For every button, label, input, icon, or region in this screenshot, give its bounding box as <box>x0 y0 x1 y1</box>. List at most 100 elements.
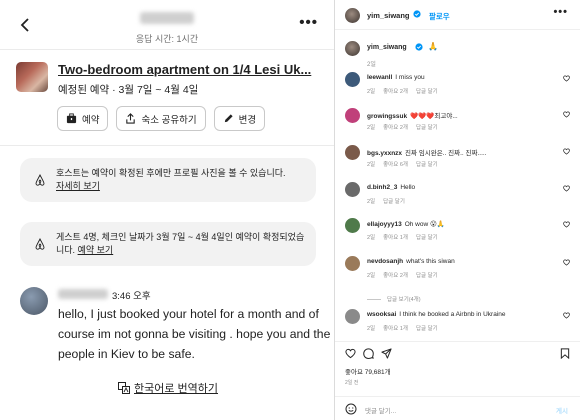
comment-item: leewanll I miss you 2일 좋아요 2개 답글 달기 <box>345 72 570 106</box>
comment-text: growingssuk ❤️❤️❤️최고야... <box>367 110 458 120</box>
comment-username[interactable]: nevdosanjh <box>367 258 403 265</box>
comment-body: Oh wow 😮🙏 <box>404 221 445 228</box>
post-caption: yim_siwang 🙏 2일 <box>345 38 570 68</box>
comment-age: 2일 <box>367 326 376 332</box>
avatar[interactable] <box>345 72 360 87</box>
comment-text: bgs.yxxnzx 진짜 임시완은.. 진짜.. 진짜..... <box>367 147 487 157</box>
comment-reply[interactable]: 답글 달기 <box>416 89 438 95</box>
avatar[interactable] <box>345 218 360 233</box>
comment-likes[interactable]: 좋아요 1개 <box>383 235 408 241</box>
translate-icon <box>118 382 130 394</box>
comment-reply[interactable]: 답글 달기 <box>416 125 438 131</box>
verified-badge-icon <box>413 10 421 18</box>
comment-item: d.binh2_3 Hello 2일 답글 달기 <box>345 182 570 216</box>
comment-body: ❤️❤️❤️최고야... <box>410 113 458 120</box>
avatar[interactable] <box>345 182 360 197</box>
pencil-icon <box>224 114 233 123</box>
comment-username[interactable]: growingssuk <box>367 113 407 120</box>
comment-likes[interactable]: 좋아요 2개 <box>383 273 408 279</box>
profile-photo-notice-text: 호스트는 예약이 확정된 후에만 프로필 사진을 볼 수 있습니다. <box>56 168 286 178</box>
emoji-icon[interactable] <box>345 403 357 415</box>
heart-icon[interactable] <box>345 348 356 359</box>
avatar[interactable] <box>345 108 360 123</box>
comment-text: nevdosanjh what's this siwan <box>367 258 455 265</box>
add-comment-bar: 댓글 달기... 게시 <box>335 396 580 420</box>
avatar[interactable] <box>345 8 360 23</box>
view-replies-button[interactable]: 답글 보기(4개) <box>367 295 421 303</box>
reservation-button[interactable]: 예약 <box>57 106 109 131</box>
like-comment-icon[interactable] <box>563 75 570 82</box>
avatar[interactable] <box>20 287 48 315</box>
comment-likes[interactable]: 좋아요 1개 <box>383 326 408 332</box>
comment-likes[interactable]: 좋아요 2개 <box>383 89 408 95</box>
listing-title[interactable]: Two-bedroom apartment on 1/4 Lesi Uk... <box>58 62 311 77</box>
avatar[interactable] <box>345 41 360 56</box>
share-listing-button[interactable]: 숙소 공유하기 <box>116 106 206 131</box>
post-author-username[interactable]: yim_siwang <box>367 11 410 20</box>
host-name-blurred <box>140 12 194 24</box>
briefcase-icon <box>66 113 77 124</box>
instagram-header: yim_siwang 팔로우 ••• <box>335 0 580 30</box>
like-comment-icon[interactable] <box>563 148 570 155</box>
comment-likes[interactable]: 좋아요 2개 <box>383 125 408 131</box>
comment-age: 2일 <box>367 235 376 241</box>
comment-likes[interactable]: 좋아요 6개 <box>383 162 408 168</box>
view-reservation-link[interactable]: 예약 보기 <box>78 245 114 255</box>
like-comment-icon[interactable] <box>563 185 570 192</box>
comment-age: 2일 <box>367 199 376 205</box>
comment-reply[interactable]: 답글 달기 <box>416 235 438 241</box>
comment-meta: 2일 좋아요 2개 답글 달기 <box>367 123 446 131</box>
airbnb-header: 응답 시간: 1시간 ••• <box>0 0 334 50</box>
instagram-pane: yim_siwang 팔로우 ••• yim_siwang 🙏 2일 leewa… <box>334 0 580 420</box>
booking-confirmed-notice: 게스트 4명, 체크인 날짜가 3월 7일 ~ 4월 4일인 예약이 확정되었습… <box>20 222 316 266</box>
view-replies-label: 답글 보기(4개) <box>387 297 421 303</box>
comment-age: 2일 <box>367 89 376 95</box>
airbnb-logo-icon <box>35 174 45 186</box>
comment-username[interactable]: d.binh2_3 <box>367 184 397 191</box>
comment-item: growingssuk ❤️❤️❤️최고야... 2일 좋아요 2개 답글 달기 <box>345 108 570 142</box>
post-age: 2일 전 <box>345 380 359 386</box>
more-options-icon[interactable]: ••• <box>553 6 568 18</box>
avatar[interactable] <box>345 256 360 271</box>
reservation-dates: 예정된 예약 · 3월 7일 ~ 4월 4일 <box>58 84 199 96</box>
caption-username[interactable]: yim_siwang <box>367 44 407 51</box>
comment-age: 2일 <box>367 273 376 279</box>
post-comment-button[interactable]: 게시 <box>556 405 568 415</box>
like-comment-icon[interactable] <box>563 259 570 266</box>
listing-card: Two-bedroom apartment on 1/4 Lesi Uk... … <box>16 60 324 140</box>
translate-label: 한국어로 번역하기 <box>134 383 219 395</box>
comment-icon[interactable] <box>363 348 374 359</box>
comment-reply[interactable]: 답글 달기 <box>383 199 405 205</box>
bookmark-icon[interactable] <box>560 348 570 359</box>
more-options-icon[interactable]: ••• <box>299 15 318 30</box>
like-comment-icon[interactable] <box>563 111 570 118</box>
avatar[interactable] <box>345 309 360 324</box>
avatar[interactable] <box>345 145 360 160</box>
comment-reply[interactable]: 답글 달기 <box>416 273 438 279</box>
likes-count[interactable]: 좋아요 79,681개 <box>345 366 391 376</box>
like-comment-icon[interactable] <box>563 221 570 228</box>
comment-meta: 2일 답글 달기 <box>367 197 413 205</box>
back-arrow-icon[interactable] <box>18 17 34 33</box>
comment-username[interactable]: ellajoyyy13 <box>367 221 402 228</box>
learn-more-link[interactable]: 자세히 보기 <box>56 181 100 191</box>
verified-badge-icon <box>415 43 423 51</box>
comment-body: I think he booked a Airbnb in Ukraine <box>399 311 506 318</box>
like-comment-icon[interactable] <box>563 312 570 319</box>
comment-item: nevdosanjh what's this siwan 2일 좋아요 2개 답글 달기 <box>345 256 570 290</box>
comment-age: 2일 <box>367 162 376 168</box>
share-direct-icon[interactable] <box>381 348 392 359</box>
airbnb-pane: 응답 시간: 1시간 ••• Two-bedroom apartment on … <box>0 0 334 420</box>
comment-input[interactable]: 댓글 달기... <box>365 405 396 415</box>
comment-username[interactable]: bgs.yxxnzx <box>367 150 402 157</box>
translate-button[interactable]: 한국어로 번역하기 <box>118 380 218 396</box>
comment-reply[interactable]: 답글 달기 <box>416 162 438 168</box>
change-button[interactable]: 변경 <box>213 106 266 131</box>
comment-username[interactable]: leewanll <box>367 74 392 81</box>
listing-thumbnail[interactable] <box>16 62 48 92</box>
comment-username[interactable]: wsooksai <box>367 311 396 318</box>
comment-reply[interactable]: 답글 달기 <box>416 326 438 332</box>
airbnb-logo-icon <box>35 238 45 250</box>
follow-button[interactable]: 팔로우 <box>429 11 450 22</box>
response-time: 응답 시간: 1시간 <box>135 34 199 44</box>
